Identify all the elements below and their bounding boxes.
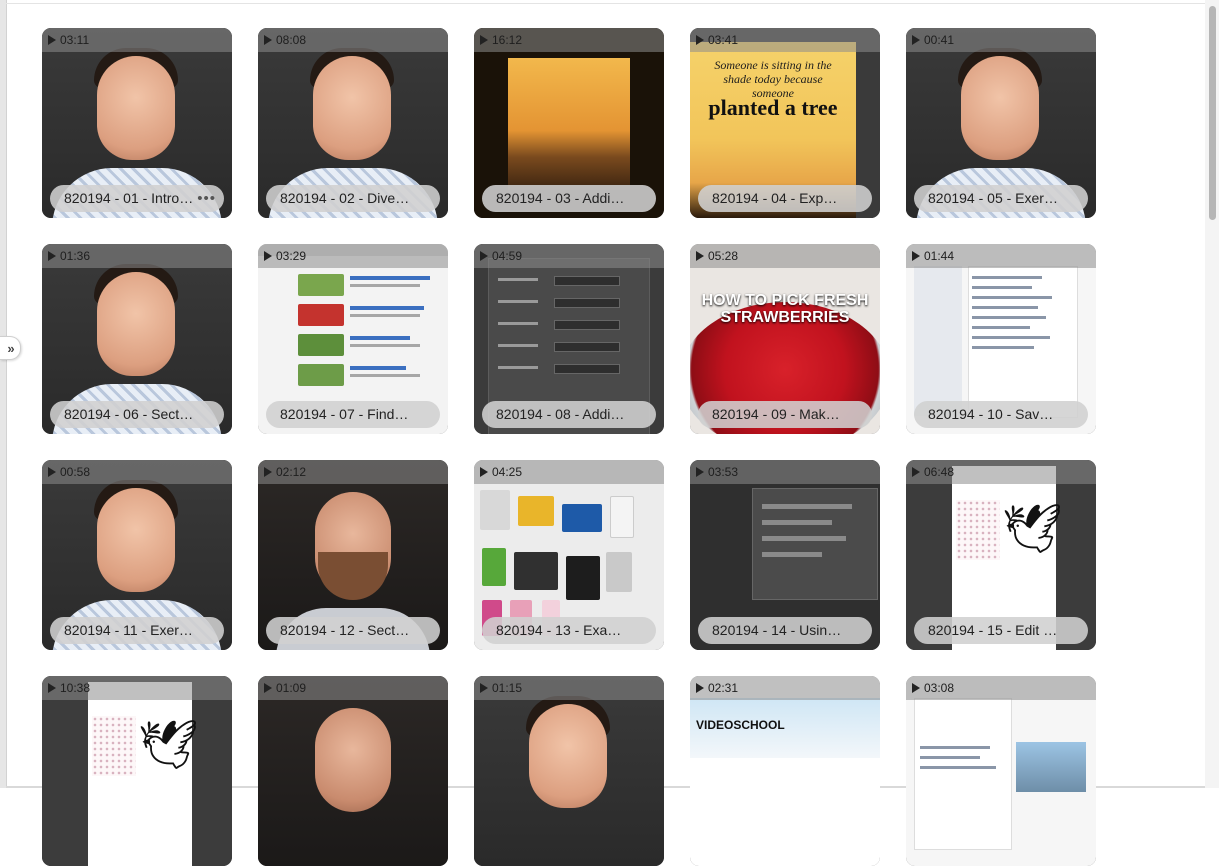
thumbnail-quote-emphasis: planted a tree <box>708 95 838 120</box>
video-title: 820194 - 11 - Exercis... <box>50 617 224 644</box>
video-tile[interactable]: 08:08 820194 - 02 - Dive Ri... <box>258 28 448 218</box>
play-icon <box>480 467 488 477</box>
video-tile[interactable]: 🕊 10:38 <box>42 676 232 866</box>
video-tile[interactable]: 02:12 820194 - 12 - Sectio... <box>258 460 448 650</box>
video-thumbnail: VIDEOSCHOOL <box>690 676 880 866</box>
play-icon <box>696 467 704 477</box>
play-icon <box>48 251 56 261</box>
play-icon <box>48 35 56 45</box>
video-tile[interactable]: 🕊 06:48 820194 - 15 - Edit a ... <box>906 460 1096 650</box>
play-icon <box>480 35 488 45</box>
video-title: 820194 - 03 - Adding... <box>482 185 656 212</box>
video-tile[interactable]: 01:44 820194 - 10 - Save Y... <box>906 244 1096 434</box>
video-tile[interactable]: 03:53 820194 - 14 - Using ... <box>690 460 880 650</box>
video-title: 820194 - 12 - Sectio... <box>266 617 440 644</box>
play-icon <box>696 683 704 693</box>
thumbnail-quote-text: Someone is sitting in the shade today be… <box>714 58 832 100</box>
video-tile[interactable]: 00:41 820194 - 05 - Exercis... <box>906 28 1096 218</box>
play-icon <box>912 467 920 477</box>
video-tile[interactable]: 04:59 820194 - 08 - Adding... <box>474 244 664 434</box>
video-title: 820194 - 13 - Exampl... <box>482 617 656 644</box>
scrollbar-thumb[interactable] <box>1209 6 1216 220</box>
video-duration: 01:09 <box>264 681 306 695</box>
play-icon <box>912 251 920 261</box>
video-duration: 01:44 <box>912 249 954 263</box>
video-title: 820194 - 14 - Using ... <box>698 617 872 644</box>
video-tile[interactable]: 03:11 820194 - 01 - Introdu... ••• <box>42 28 232 218</box>
video-duration: 08:08 <box>264 33 306 47</box>
video-tile[interactable]: 04:25 820194 - 13 - Exampl... <box>474 460 664 650</box>
video-duration: 04:59 <box>480 249 522 263</box>
play-icon <box>48 683 56 693</box>
bird-logo-icon: 🕊 <box>1002 503 1063 556</box>
video-thumbnail <box>474 676 664 866</box>
video-duration: 03:11 <box>48 33 89 47</box>
video-duration: 01:36 <box>48 249 90 263</box>
video-title: 820194 - 09 - Make Y... <box>698 401 872 428</box>
thumbnail-channel-name: VIDEOSCHOOL <box>696 718 785 732</box>
video-title: 820194 - 06 - Sectio... <box>50 401 224 428</box>
video-duration: 03:29 <box>264 249 306 263</box>
video-tile[interactable]: 03:29 820194 - 07 - Find th... <box>258 244 448 434</box>
more-options-icon[interactable]: ••• <box>197 185 216 212</box>
video-tile[interactable]: 01:15 <box>474 676 664 866</box>
play-icon <box>696 35 704 45</box>
video-title: 820194 - 02 - Dive Ri... <box>266 185 440 212</box>
video-thumbnail: 🕊 <box>42 676 232 866</box>
video-duration: 03:08 <box>912 681 954 695</box>
play-icon <box>48 467 56 477</box>
video-duration: 02:12 <box>264 465 306 479</box>
play-icon <box>480 251 488 261</box>
video-title: 820194 - 15 - Edit a ... <box>914 617 1088 644</box>
video-thumbnail <box>258 676 448 866</box>
top-divider <box>6 3 1205 4</box>
video-tile[interactable]: 01:09 <box>258 676 448 866</box>
video-title: 820194 - 04 - Exporti... <box>698 185 872 212</box>
video-title: 820194 - 01 - Introdu... ••• <box>50 185 224 212</box>
video-thumbnail <box>906 676 1096 866</box>
video-duration: 01:15 <box>480 681 522 695</box>
video-tile[interactable]: 00:58 820194 - 11 - Exercis... <box>42 460 232 650</box>
video-duration: 03:41 <box>696 33 738 47</box>
video-duration: 00:41 <box>912 33 954 47</box>
play-icon <box>264 35 272 45</box>
thumbnail-strawberry-title: HOW TO PICK FRESH STRAWBERRIES <box>701 292 869 326</box>
video-title: 820194 - 10 - Save Y... <box>914 401 1088 428</box>
vertical-scrollbar[interactable] <box>1205 0 1219 788</box>
video-title: 820194 - 07 - Find th... <box>266 401 440 428</box>
video-tile[interactable]: Someone is sitting in the shade today be… <box>690 28 880 218</box>
play-icon <box>912 683 920 693</box>
video-tile[interactable]: 01:36 820194 - 06 - Sectio... <box>42 244 232 434</box>
video-title: 820194 - 05 - Exercis... <box>914 185 1088 212</box>
play-icon <box>912 35 920 45</box>
expand-sidebar-icon[interactable]: » <box>0 336 21 360</box>
video-duration: 10:38 <box>48 681 90 695</box>
video-duration: 04:25 <box>480 465 522 479</box>
bird-logo-icon: 🕊 <box>138 719 199 772</box>
video-tile[interactable]: HOW TO PICK FRESH STRAWBERRIES 05:28 820… <box>690 244 880 434</box>
play-icon <box>264 683 272 693</box>
video-duration: 16:12 <box>480 33 522 47</box>
play-icon <box>696 251 704 261</box>
video-duration: 00:58 <box>48 465 90 479</box>
video-tile[interactable]: 03:08 <box>906 676 1096 866</box>
video-tile[interactable]: VIDEOSCHOOL 02:31 <box>690 676 880 866</box>
video-duration: 05:28 <box>696 249 738 263</box>
play-icon <box>480 683 488 693</box>
video-duration: 06:48 <box>912 465 954 479</box>
play-icon <box>264 467 272 477</box>
video-duration: 02:31 <box>696 681 738 695</box>
video-tile[interactable]: 16:12 820194 - 03 - Adding... <box>474 28 664 218</box>
left-rail <box>0 0 7 788</box>
play-icon <box>264 251 272 261</box>
video-duration: 03:53 <box>696 465 738 479</box>
video-title: 820194 - 08 - Adding... <box>482 401 656 428</box>
